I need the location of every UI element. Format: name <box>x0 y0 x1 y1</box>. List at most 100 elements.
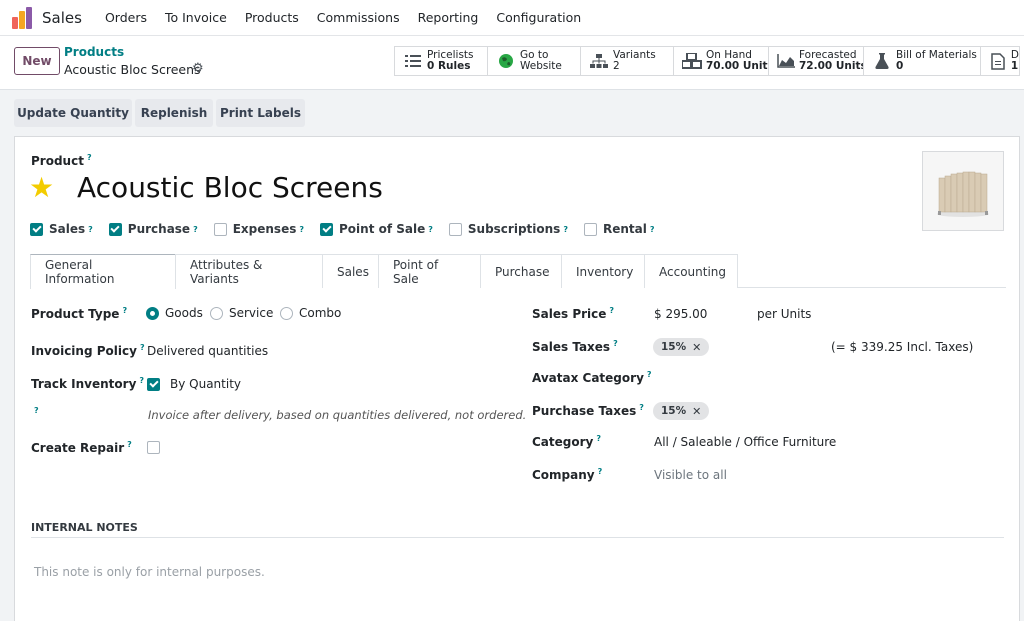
radio-goods[interactable]: Goods <box>146 306 203 320</box>
tab-attributes-variants[interactable]: Attributes & Variants <box>175 254 323 288</box>
checkbox-box[interactable] <box>108 222 122 236</box>
smart-value: 0 Rules <box>427 60 471 72</box>
sales-taxes-included: (= $ 339.25 Incl. Taxes) <box>831 340 974 354</box>
print-labels-button[interactable]: Print Labels <box>216 99 305 127</box>
breadcrumb-products[interactable]: Products <box>64 45 124 59</box>
update-quantity-button[interactable]: Update Quantity <box>14 99 132 127</box>
checkbox-box[interactable] <box>583 222 597 236</box>
internal-notes-title: INTERNAL NOTES <box>31 521 138 534</box>
checkbox-box[interactable] <box>213 222 227 236</box>
nav-reporting[interactable]: Reporting <box>418 10 479 25</box>
nav-commissions[interactable]: Commissions <box>317 10 400 25</box>
point-of-sale-checkbox[interactable]: Point of Sale? <box>320 222 433 236</box>
tab-accounting[interactable]: Accounting <box>644 254 738 288</box>
help-icon[interactable]: ? <box>34 406 39 415</box>
radio-dot[interactable] <box>146 306 159 320</box>
help-icon[interactable]: ? <box>139 376 144 385</box>
label-text: Invoicing Policy <box>31 344 137 358</box>
help-icon[interactable]: ? <box>299 225 304 234</box>
label-text: Avatax Category <box>532 371 644 385</box>
tab-inventory[interactable]: Inventory <box>561 254 645 288</box>
invoicing-policy-label: Invoicing Policy? <box>31 343 145 358</box>
close-icon[interactable]: ✕ <box>692 405 701 418</box>
forecasted-smart-button[interactable]: Forecasted 72.00 Units <box>768 46 864 76</box>
track-inventory-checkbox[interactable]: By Quantity <box>147 377 241 391</box>
go-to-website-smart-button[interactable]: Go to Website <box>487 46 581 76</box>
radio-dot[interactable] <box>280 306 293 320</box>
help-icon[interactable]: ? <box>563 225 568 234</box>
company-label: Company? <box>532 467 602 482</box>
avatax-category-label: Avatax Category? <box>532 370 652 385</box>
purchase-checkbox[interactable]: Purchase? <box>108 222 198 236</box>
gear-icon[interactable]: ⚙ <box>192 61 204 76</box>
help-icon[interactable]: ? <box>193 225 198 234</box>
category-label: Category? <box>532 434 601 449</box>
checkbox-box[interactable] <box>147 377 160 391</box>
variants-smart-button[interactable]: Variants 2 <box>580 46 674 76</box>
product-image[interactable] <box>922 151 1004 231</box>
internal-notes-editor[interactable]: This note is only for internal purposes. <box>34 565 265 579</box>
checkbox-box[interactable] <box>320 222 333 236</box>
checkbox-box[interactable] <box>30 222 43 236</box>
tab-purchase[interactable]: Purchase <box>480 254 562 288</box>
help-icon[interactable]: ? <box>127 440 132 449</box>
sales-price-input[interactable]: $ 295.00 <box>654 307 707 321</box>
replenish-button[interactable]: Replenish <box>135 99 213 127</box>
track-inventory-value: By Quantity <box>170 377 242 391</box>
tab-point-of-sale[interactable]: Point of Sale <box>378 254 481 288</box>
list-icon <box>403 54 423 68</box>
smart-value: 2 <box>613 60 620 72</box>
checkbox-box[interactable] <box>448 222 462 236</box>
help-icon[interactable]: ? <box>122 306 127 315</box>
create-repair-checkbox[interactable] <box>147 441 160 454</box>
help-icon[interactable]: ? <box>609 306 614 315</box>
tab-sales[interactable]: Sales <box>322 254 379 288</box>
help-icon[interactable]: ? <box>428 225 433 234</box>
nav-orders[interactable]: Orders <box>105 10 147 25</box>
close-icon[interactable]: ✕ <box>692 341 701 354</box>
help-icon[interactable]: ? <box>613 339 618 348</box>
help-icon[interactable]: ? <box>140 343 145 352</box>
product-label-text: Product <box>31 154 84 168</box>
pricelists-smart-button[interactable]: Pricelists 0 Rules <box>394 46 488 76</box>
checkbox-label: Rental <box>602 222 647 236</box>
help-icon[interactable]: ? <box>596 434 601 443</box>
tab-general-information[interactable]: General Information <box>30 254 176 289</box>
invoicing-policy-value[interactable]: Delivered quantities <box>147 344 268 358</box>
purchase-taxes-label: Purchase Taxes? <box>532 403 644 418</box>
radio-service[interactable]: Service <box>210 306 273 320</box>
radio-combo[interactable]: Combo <box>280 306 341 320</box>
label-text: Sales Price <box>532 307 607 321</box>
product-flags: Sales? Purchase? Expenses? Point of Sale… <box>30 222 670 236</box>
company-field[interactable]: Visible to all <box>654 468 727 482</box>
smart-value: 70.00 Units <box>706 60 769 72</box>
help-icon[interactable]: ? <box>87 153 92 162</box>
rental-checkbox[interactable]: Rental? <box>583 222 655 236</box>
sales-price-unit: per Units <box>757 307 812 321</box>
sales-tax-tag[interactable]: 15% ✕ <box>653 338 710 356</box>
on-hand-smart-button[interactable]: On Hand 70.00 Units <box>673 46 769 76</box>
radio-dot[interactable] <box>210 306 223 320</box>
nav-configuration[interactable]: Configuration <box>496 10 581 25</box>
help-icon[interactable]: ? <box>88 225 93 234</box>
nav-products[interactable]: Products <box>245 10 299 25</box>
purchase-tax-tag[interactable]: 15% ✕ <box>653 402 710 420</box>
category-value[interactable]: All / Saleable / Office Furniture <box>654 435 836 449</box>
product-name-field[interactable]: Acoustic Bloc Screens <box>77 171 383 204</box>
favorite-star-icon[interactable]: ★ <box>29 171 54 204</box>
sales-checkbox[interactable]: Sales? <box>30 222 93 236</box>
help-icon[interactable]: ? <box>650 225 655 234</box>
acoustic-screen-image <box>937 171 989 217</box>
nav-to-invoice[interactable]: To Invoice <box>165 10 227 25</box>
documents-smart-button[interactable]: D1 <box>980 46 1020 76</box>
top-navbar: Sales Orders To Invoice Products Commiss… <box>0 0 1024 36</box>
sales-app-icon[interactable] <box>12 6 34 29</box>
help-icon[interactable]: ? <box>598 467 603 476</box>
subscriptions-checkbox[interactable]: Subscriptions? <box>448 222 568 236</box>
help-icon[interactable]: ? <box>647 370 652 379</box>
app-name[interactable]: Sales <box>42 9 82 27</box>
bill-of-materials-smart-button[interactable]: Bill of Materials 0 <box>863 46 981 76</box>
expenses-checkbox[interactable]: Expenses? <box>213 222 304 236</box>
new-button[interactable]: New <box>14 47 60 75</box>
help-icon[interactable]: ? <box>639 403 644 412</box>
